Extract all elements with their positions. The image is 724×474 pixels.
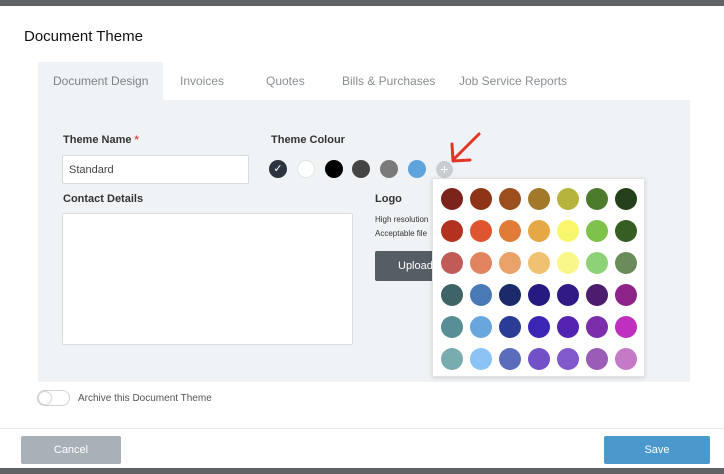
palette-colour-dot[interactable] (557, 252, 579, 274)
palette-colour-dot[interactable] (586, 252, 608, 274)
palette-row (433, 252, 646, 274)
palette-colour-dot[interactable] (441, 188, 463, 210)
required-marker: * (134, 134, 139, 146)
palette-colour-dot[interactable] (441, 252, 463, 274)
save-button[interactable]: Save (604, 436, 710, 464)
palette-colour-dot[interactable] (470, 316, 492, 338)
palette-colour-dot[interactable] (499, 316, 521, 338)
palette-colour-dot[interactable] (528, 284, 550, 306)
palette-colour-dot[interactable] (557, 316, 579, 338)
palette-colour-dot[interactable] (441, 220, 463, 242)
palette-row (433, 188, 646, 210)
palette-colour-dot[interactable] (470, 188, 492, 210)
archive-toggle[interactable] (37, 390, 70, 406)
palette-colour-dot[interactable] (499, 252, 521, 274)
palette-colour-dot[interactable] (441, 316, 463, 338)
tab-job-service-reports[interactable]: Job Service Reports (444, 62, 582, 100)
palette-colour-dot[interactable] (528, 220, 550, 242)
logo-label: Logo (375, 193, 402, 205)
tab-document-design[interactable]: Document Design (38, 62, 164, 100)
palette-row (433, 316, 646, 338)
palette-colour-dot[interactable] (557, 348, 579, 370)
palette-colour-dot[interactable] (586, 348, 608, 370)
logo-hint-resolution: High resolution (375, 215, 429, 224)
tab-invoices[interactable]: Invoices (165, 62, 239, 100)
palette-colour-dot[interactable] (528, 348, 550, 370)
palette-colour-dot[interactable] (615, 348, 637, 370)
palette-colour-dot[interactable] (586, 188, 608, 210)
theme-name-label-text: Theme Name (63, 134, 132, 146)
theme-colour-swatch[interactable] (408, 160, 426, 178)
colour-palette-popover (432, 178, 645, 377)
palette-colour-dot[interactable] (586, 316, 608, 338)
palette-colour-dot[interactable] (615, 220, 637, 242)
contact-details-label: Contact Details (63, 193, 144, 205)
theme-colour-swatch[interactable] (352, 160, 370, 178)
tab-bills-purchases[interactable]: Bills & Purchases (327, 62, 450, 100)
palette-colour-dot[interactable] (586, 284, 608, 306)
palette-colour-dot[interactable] (441, 284, 463, 306)
palette-colour-dot[interactable] (557, 284, 579, 306)
theme-colour-swatch[interactable] (325, 160, 343, 178)
logo-hint-filetypes: Acceptable file (375, 229, 428, 238)
palette-colour-dot[interactable] (615, 284, 637, 306)
red-arrow-annotation (450, 132, 481, 163)
palette-colour-dot[interactable] (470, 348, 492, 370)
selected-check-icon: ✓ (273, 163, 283, 175)
theme-name-input[interactable] (62, 155, 249, 184)
tab-bar: Document Design Invoices Quotes Bills & … (38, 62, 690, 100)
palette-colour-dot[interactable] (470, 284, 492, 306)
palette-colour-dot[interactable] (528, 316, 550, 338)
theme-name-label: Theme Name * (63, 134, 139, 146)
palette-colour-dot[interactable] (528, 188, 550, 210)
cancel-button[interactable]: Cancel (21, 436, 121, 464)
palette-colour-dot[interactable] (615, 316, 637, 338)
toggle-knob (39, 392, 51, 404)
tab-quotes[interactable]: Quotes (251, 62, 320, 100)
palette-row (433, 284, 646, 306)
theme-colour-label: Theme Colour (271, 134, 345, 146)
palette-colour-dot[interactable] (499, 284, 521, 306)
palette-colour-dot[interactable] (557, 220, 579, 242)
palette-colour-dot[interactable] (557, 188, 579, 210)
palette-colour-dot[interactable] (470, 220, 492, 242)
palette-colour-dot[interactable] (499, 348, 521, 370)
palette-colour-dot[interactable] (441, 348, 463, 370)
palette-colour-dot[interactable] (615, 252, 637, 274)
archive-toggle-label: Archive this Document Theme (78, 393, 212, 404)
palette-colour-dot[interactable] (528, 252, 550, 274)
contact-details-textarea[interactable] (62, 213, 353, 345)
palette-row (433, 220, 646, 242)
palette-colour-dot[interactable] (499, 188, 521, 210)
theme-colour-swatch[interactable] (297, 160, 315, 178)
theme-colour-swatch[interactable] (380, 160, 398, 178)
dialog-title: Document Theme (24, 28, 143, 45)
footer-divider (0, 428, 724, 429)
palette-row (433, 348, 646, 370)
palette-colour-dot[interactable] (615, 188, 637, 210)
palette-colour-dot[interactable] (499, 220, 521, 242)
palette-colour-dot[interactable] (586, 220, 608, 242)
theme-colour-swatch[interactable]: ✓ (269, 160, 287, 178)
palette-colour-dot[interactable] (470, 252, 492, 274)
